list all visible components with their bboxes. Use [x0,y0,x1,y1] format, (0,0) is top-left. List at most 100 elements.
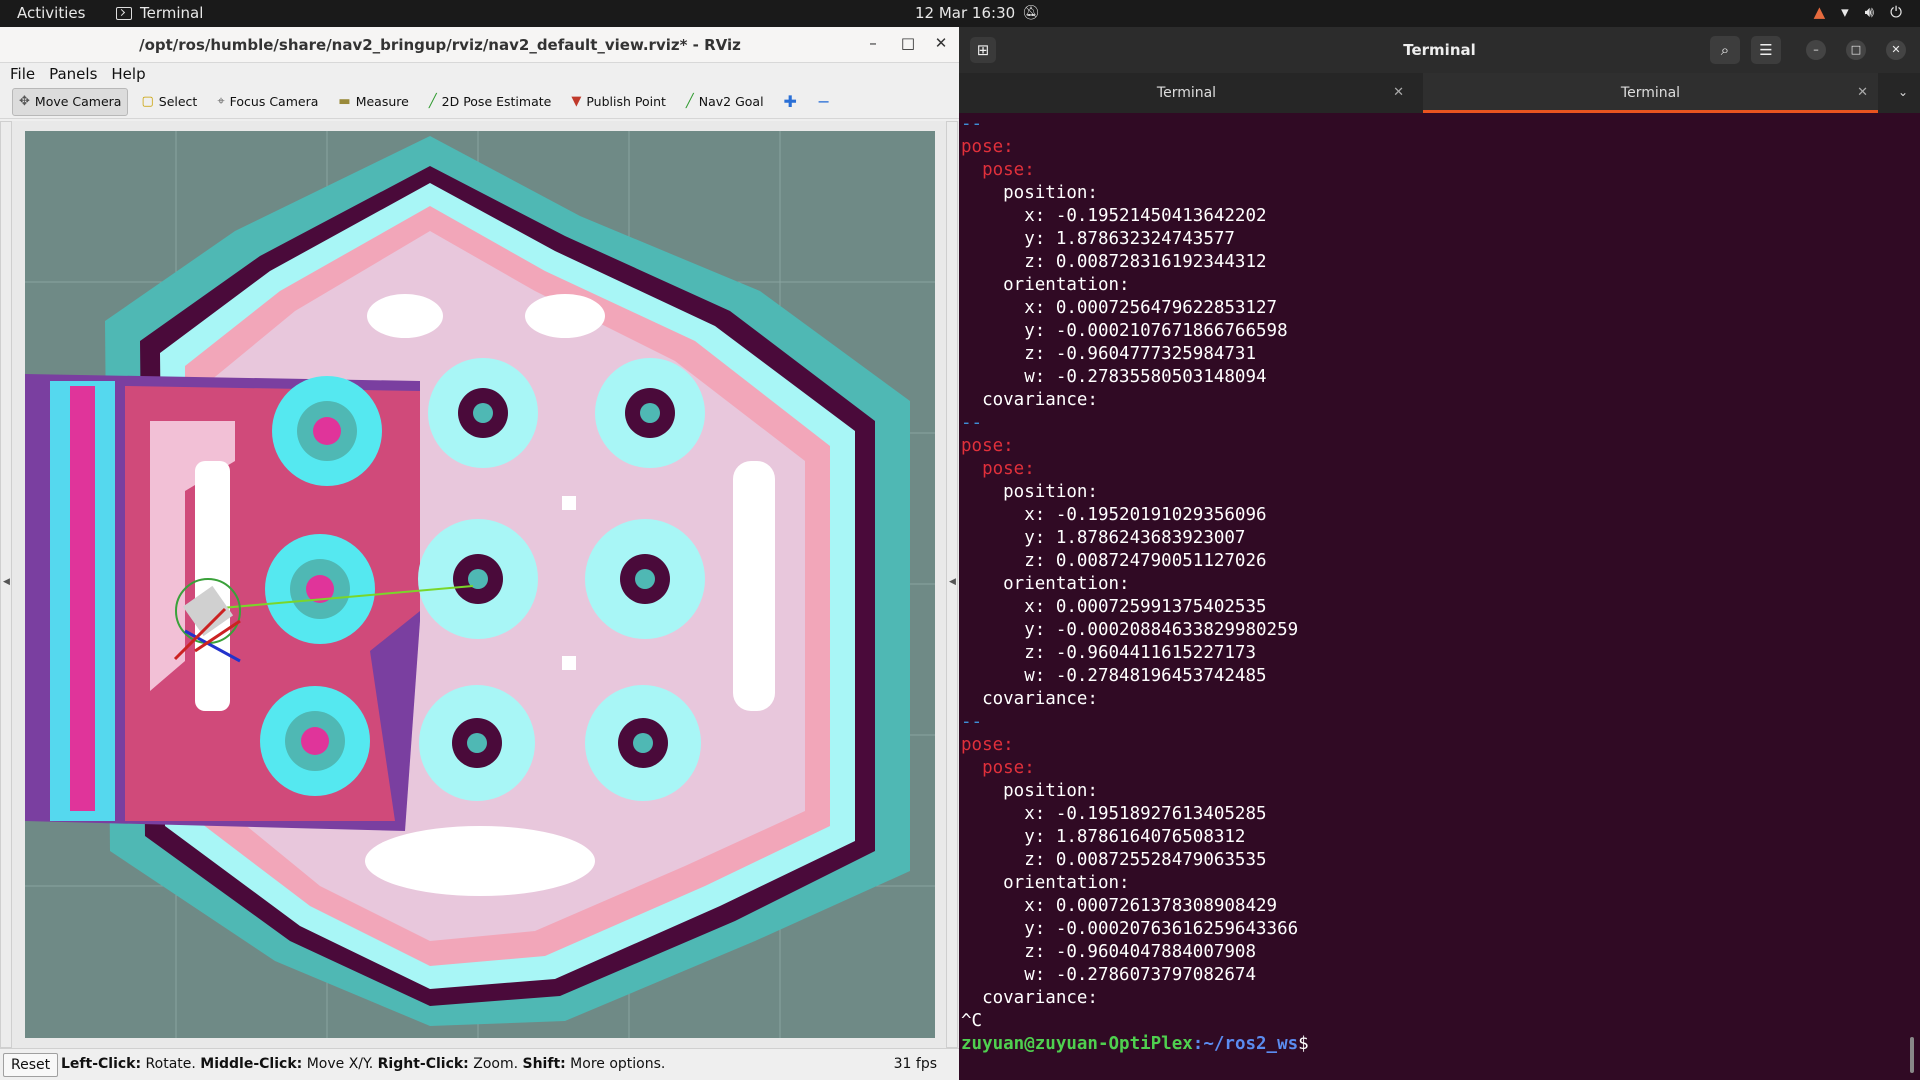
left-panel-handle[interactable]: ◀ [0,121,12,1048]
terminal-text: pose: [982,758,1035,778]
remove-tool-button[interactable]: − [810,88,837,116]
terminal-text: pose: [961,137,1014,157]
menu-button[interactable]: ☰ [1751,36,1781,64]
orientation-value-line: y: -0.0002107671866766598 [961,320,1901,343]
hamburger-menu-icon: ☰ [1759,41,1773,59]
system-tray[interactable]: ▲ ▾ 🔊︎ ⏻ [1814,3,1902,21]
minimize-button[interactable]: – [1806,40,1826,60]
orientation-value-line: y: -0.00020884633829980259 [961,619,1901,642]
terminal-text: z: 0.008728316192344312 [961,252,1267,272]
terminal-text: y: -0.00020763616259643366 [961,919,1299,939]
terminal-text: :~/ros2_ws [1192,1034,1299,1054]
render-area: ◀ ◀ [0,121,959,1048]
terminal-window: ⊞ Terminal ⌕ ☰ – □ ✕ Terminal ✕ Terminal… [959,27,1920,1080]
terminal-text: orientation: [961,574,1130,594]
terminal-text: w: -0.2786073797082674 [961,965,1257,985]
position-value-line: x: -0.19520191029356096 [961,504,1901,527]
3d-viewport[interactable] [25,131,935,1038]
terminal-text: pose: [961,735,1014,755]
hint-key: Shift: [522,1056,566,1072]
tool-select[interactable]: ▢ Select [134,88,204,116]
tool-2d-pose-estimate[interactable]: ╱ 2D Pose Estimate [422,88,559,116]
menu-panels[interactable]: Panels [49,65,97,83]
app-menu-label: Terminal [140,4,204,22]
terminal-text: w: -0.27835580503148094 [961,367,1267,387]
publish-point-icon: ▼ [571,94,582,109]
activities-button[interactable]: Activities [17,4,85,22]
rviz-window: /opt/ros/humble/share/nav2_bringup/rviz/… [0,27,959,1080]
close-tab-icon[interactable]: ✕ [1857,73,1868,113]
orientation-value-line: w: -0.27835580503148094 [961,366,1901,389]
terminal-text: y: -0.00020884633829980259 [961,620,1299,640]
notifications-off-icon: 🔕︎ [1022,5,1040,21]
terminal-tab-2[interactable]: Terminal ✕ [1423,73,1878,113]
wifi-icon[interactable]: ▾ [1841,3,1849,21]
pose-key-line: pose: [961,136,1901,159]
orientation-value-line: w: -0.27848196453742485 [961,665,1901,688]
position-value-line: y: 1.8786164076508312 [961,826,1901,849]
close-button[interactable]: ✕ [930,34,952,52]
terminal-line: orientation: [961,573,1901,596]
tool-nav2-goal[interactable]: ╱ Nav2 Goal [679,88,771,116]
volume-icon[interactable]: 🔊︎ [1865,3,1874,21]
maximize-button[interactable]: □ [1846,40,1866,60]
maximize-button[interactable]: □ [897,34,919,52]
terminal-text: x: 0.000725991375402535 [961,597,1267,617]
terminal-text: position: [961,183,1098,203]
terminal-text: x: -0.19521450413642202 [961,206,1267,226]
menu-help[interactable]: Help [111,65,145,83]
tool-label: Nav2 Goal [698,94,764,109]
gnome-top-bar: Activities Terminal 12 Mar 16:30 🔕︎ ▲ ▾ … [0,0,1920,27]
terminal-text: ^C [961,1011,983,1031]
terminal-line: covariance: [961,688,1901,711]
terminal-line: position: [961,481,1901,504]
tool-move-camera[interactable]: ✥ Move Camera [12,87,129,116]
terminal-text: y: 1.8786164076508312 [961,827,1246,847]
tool-measure[interactable]: ▬ Measure [331,88,415,116]
terminal-scrollbar[interactable] [1910,1037,1914,1073]
tool-focus-camera[interactable]: ⌖ Focus Camera [210,88,325,116]
hint-text: Zoom. [468,1056,523,1072]
hint-key: Right-Click: [377,1056,469,1072]
separator-line: -- [961,113,1901,136]
free-space-top-right [525,294,605,338]
orientation-value-line: w: -0.2786073797082674 [961,964,1901,987]
terminal-text: x: 0.0007256479622853127 [961,298,1278,318]
tool-publish-point[interactable]: ▼ Publish Point [564,88,673,116]
tool-label: Measure [355,94,409,109]
add-tool-button[interactable]: ✚ [777,88,804,116]
costmap-render[interactable] [25,131,935,1038]
close-tab-icon[interactable]: ✕ [1393,73,1404,113]
close-button[interactable]: ✕ [1886,40,1906,60]
nav2-goal-icon: ╱ [685,94,694,109]
firefox-tray-icon[interactable]: ▲ [1814,3,1826,21]
orientation-value-line: x: 0.0007256479622853127 [961,297,1901,320]
terminal-text: x: -0.19520191029356096 [961,505,1267,525]
minimize-button[interactable]: – [862,34,884,52]
power-icon[interactable]: ⏻ [1890,3,1902,21]
pose-estimate-icon: ╱ [428,94,437,109]
rviz-titlebar[interactable]: /opt/ros/humble/share/nav2_bringup/rviz/… [0,27,959,63]
terminal-tab-bar: Terminal ✕ Terminal ✕ ⌄ [959,73,1920,113]
shell-prompt: zuyuan@zuyuan-OptiPlex:~/ros2_ws$ [961,1033,1901,1056]
reset-button[interactable]: Reset [3,1053,59,1077]
separator-line: -- [961,412,1901,435]
tab-list-chevron-icon[interactable]: ⌄ [1898,85,1908,99]
terminal-text: covariance: [961,988,1098,1008]
search-button[interactable]: ⌕ [1710,36,1740,64]
terminal-text: pose: [982,160,1035,180]
terminal-text: covariance: [961,390,1098,410]
terminal-text: -- [961,413,983,433]
right-panel-handle[interactable]: ◀ [946,121,958,1048]
clock[interactable]: 12 Mar 16:30 [915,4,1015,22]
focus-camera-icon: ⌖ [217,94,225,109]
app-menu[interactable]: Terminal [116,4,203,22]
menu-file[interactable]: File [10,65,35,83]
pillar-obstacles [260,358,705,801]
terminal-output[interactable]: -- pose: pose: position: x: -0.1952145041… [961,113,1901,1080]
pose-key-line: pose: [961,435,1901,458]
terminal-line: position: [961,780,1901,803]
terminal-text: covariance: [961,689,1098,709]
terminal-tab-1[interactable]: Terminal ✕ [959,73,1414,113]
terminal-headerbar[interactable]: ⊞ Terminal ⌕ ☰ – □ ✕ [959,27,1920,73]
